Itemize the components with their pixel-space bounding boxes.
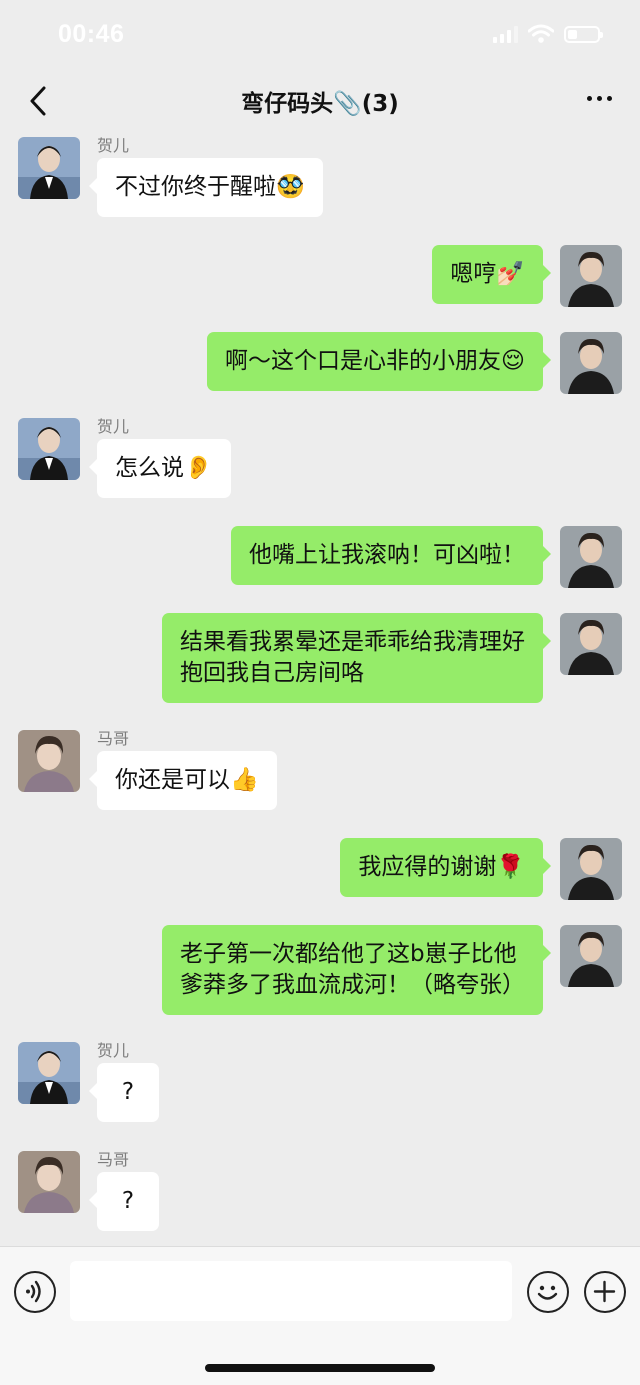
message-bubble[interactable]: 你还是可以👍 <box>89 751 277 810</box>
message-list[interactable]: 贺儿 不过你终于醒啦🥸 嗯哼💅🏻 啊～这个口是心非的小朋友😌 贺儿 怎么说👂 他… <box>0 132 640 1246</box>
message-bubble[interactable]: 他嘴上让我滚呐！可凶啦！ <box>231 526 551 585</box>
avatar-he[interactable] <box>18 418 80 480</box>
avatar-me[interactable] <box>560 613 622 675</box>
message-bubble[interactable]: 嗯哼💅🏻 <box>432 245 551 304</box>
message-bubble[interactable]: ? <box>89 1172 159 1231</box>
message-bubble[interactable]: 老子第一次都给他了这b崽子比他 爹莽多了我血流成河！（略夸张） <box>162 925 551 1015</box>
avatar-mage[interactable] <box>18 1151 80 1213</box>
message-bubble[interactable]: 我应得的谢谢🌹 <box>340 838 551 897</box>
chat-title: 弯仔码头📎(3) <box>241 91 399 117</box>
sender-name: 贺儿 <box>97 1041 130 1060</box>
plus-icon[interactable] <box>584 1271 626 1313</box>
avatar-he[interactable] <box>18 1042 80 1104</box>
message-input[interactable] <box>70 1261 512 1321</box>
sender-name: 贺儿 <box>97 417 130 436</box>
more-icon[interactable] <box>587 96 612 101</box>
battery-icon <box>564 25 603 43</box>
status-time: 00:46 <box>58 20 125 48</box>
sender-name: 贺儿 <box>97 136 130 155</box>
message-bubble[interactable]: ? <box>89 1063 159 1122</box>
avatar-me[interactable] <box>560 526 622 588</box>
message-bubble[interactable]: 不过你终于醒啦🥸 <box>89 158 323 217</box>
emoji-icon[interactable] <box>527 1271 569 1313</box>
status-icons <box>493 24 603 44</box>
sender-name: 马哥 <box>97 729 130 748</box>
message-bubble[interactable]: 啊～这个口是心非的小朋友😌 <box>207 332 551 391</box>
avatar-mage[interactable] <box>18 730 80 792</box>
status-bar: 00:46 <box>0 0 640 70</box>
voice-input-icon[interactable] <box>14 1271 56 1313</box>
cellular-signal-icon <box>493 25 518 43</box>
message-bubble[interactable]: 怎么说👂 <box>89 439 231 498</box>
wifi-icon <box>528 24 554 43</box>
sender-name: 马哥 <box>97 1150 130 1169</box>
message-bubble[interactable]: 结果看我累晕还是乖乖给我清理好 抱回我自己房间咯 <box>162 613 551 703</box>
chat-header: 弯仔码头📎(3) <box>0 70 640 132</box>
avatar-me[interactable] <box>560 838 622 900</box>
avatar-me[interactable] <box>560 245 622 307</box>
avatar-he[interactable] <box>18 137 80 199</box>
home-indicator[interactable] <box>205 1364 435 1372</box>
avatar-me[interactable] <box>560 332 622 394</box>
avatar-me[interactable] <box>560 925 622 987</box>
